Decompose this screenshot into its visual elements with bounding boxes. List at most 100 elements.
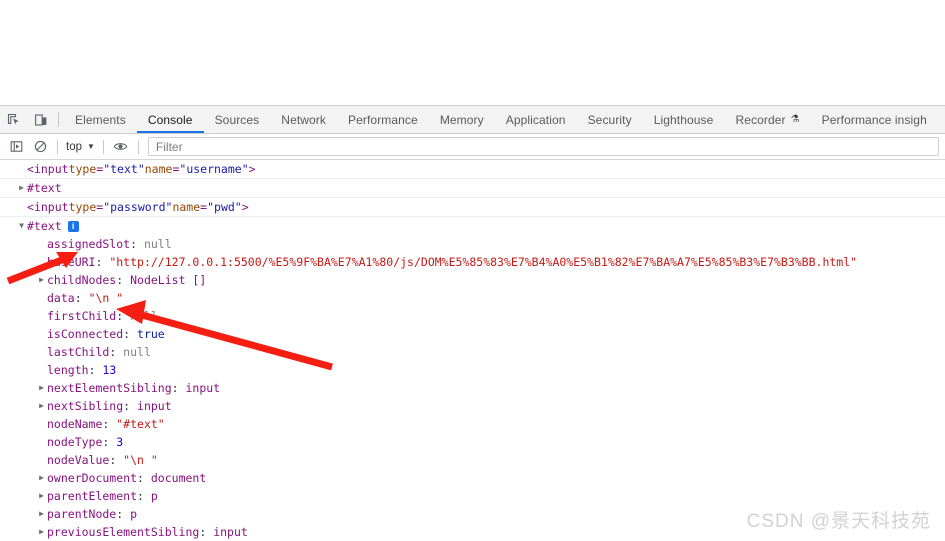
tab-elements[interactable]: Elements — [64, 106, 137, 133]
prop-data[interactable]: data: "\n " — [0, 289, 945, 307]
chevron-right-icon[interactable]: ▶ — [16, 179, 27, 197]
prop-nodeValue[interactable]: nodeValue: "\n " — [0, 451, 945, 469]
message-input-username[interactable]: < input type = "text" name = "username" > — [0, 160, 945, 178]
live-expression-icon[interactable] — [109, 135, 133, 159]
message-text-collapsed[interactable]: ▶ #text — [0, 179, 945, 197]
syntax-tag: input — [33, 200, 69, 214]
tab-label: Sources — [214, 112, 260, 127]
console-message[interactable]: < input type = "text" name = "username" > — [0, 160, 945, 179]
chevron-down-icon[interactable]: ▼ — [16, 217, 27, 235]
tab-memory[interactable]: Memory — [429, 106, 495, 133]
property-key: baseURI — [47, 255, 96, 269]
prop-nodeName[interactable]: nodeName: "#text" — [0, 415, 945, 433]
property-value: null — [123, 345, 151, 359]
console-message[interactable]: ▶ #text — [0, 179, 945, 198]
tab-security[interactable]: Security — [577, 106, 643, 133]
syntax-eq: = — [96, 200, 104, 214]
console-sidebar-icon[interactable] — [4, 135, 28, 159]
property-value: document — [150, 471, 207, 485]
syntax-tag: input — [33, 162, 69, 176]
tab-console[interactable]: Console — [136, 106, 204, 133]
tab-label: Memory — [439, 112, 484, 127]
prop-parentElement[interactable]: ▶ parentElement: p — [0, 487, 945, 505]
filter-placeholder: Filter — [155, 139, 183, 154]
property-value: p — [130, 507, 138, 521]
syntax-eq: = — [96, 162, 104, 176]
prop-isConnected[interactable]: isConnected: true — [0, 325, 945, 343]
inspect-element-icon[interactable] — [0, 106, 27, 133]
chevron-right-icon[interactable]: ▶ — [36, 487, 47, 505]
tab-label: Performance — [348, 112, 418, 127]
property-key: length — [47, 363, 89, 377]
prop-nextSibling[interactable]: ▶ nextSibling: input — [0, 397, 945, 415]
syntax-attrname: name — [144, 162, 173, 176]
property-value: input — [213, 525, 248, 539]
syntax-attrname: type — [68, 162, 97, 176]
info-icon[interactable]: i — [67, 220, 79, 232]
page-content-blank — [0, 0, 945, 105]
syntax-attrval: "text" — [103, 162, 145, 176]
prop-lastChild[interactable]: lastChild: null — [0, 343, 945, 361]
syntax-eq: = — [200, 200, 208, 214]
syntax-punct: < — [27, 162, 34, 176]
device-toolbar-icon[interactable] — [27, 106, 54, 133]
tab-performance-insights[interactable]: Performance insigh — [811, 106, 938, 133]
prop-nodeType[interactable]: nodeType: 3 — [0, 433, 945, 451]
tab-lighthouse[interactable]: Lighthouse — [643, 106, 725, 133]
chevron-right-icon[interactable]: ▶ — [36, 379, 47, 397]
property-key: nodeName — [47, 417, 103, 431]
property-value: input — [185, 381, 221, 395]
tab-label: Application — [505, 112, 566, 127]
console-message[interactable]: ▼ #text i assignedSlot: null baseURI: "htt… — [0, 217, 945, 541]
property-key: previousElementSibling — [47, 525, 200, 539]
property-key: assignedSlot — [47, 237, 131, 251]
toolbar-divider — [57, 139, 58, 154]
tab-label: Security — [587, 112, 632, 127]
tab-label: Console — [147, 112, 193, 127]
console-message[interactable]: < input type = "password" name = "pwd" > — [0, 198, 945, 217]
chevron-right-icon[interactable]: ▶ — [36, 397, 47, 415]
message-input-pwd[interactable]: < input type = "password" name = "pwd" > — [0, 198, 945, 216]
syntax-attrname: name — [172, 200, 201, 214]
clear-console-icon[interactable] — [28, 135, 52, 159]
syntax-attrval: "password" — [103, 200, 173, 214]
chevron-right-icon[interactable]: ▶ — [36, 523, 47, 541]
tab-label: Elements — [75, 112, 126, 127]
tab-sources[interactable]: Sources — [204, 106, 271, 133]
property-key: nodeType — [47, 435, 103, 449]
console-output[interactable]: < input type = "text" name = "username" > ▶ #te… — [0, 160, 945, 541]
node-label: #text — [27, 219, 62, 233]
beaker-icon: ⚗ — [790, 114, 800, 125]
tab-label: Network — [281, 112, 327, 127]
filter-input[interactable]: Filter — [147, 137, 939, 156]
execution-context-select[interactable]: top ▼ — [63, 141, 98, 153]
tab-performance[interactable]: Performance — [337, 106, 429, 133]
property-key: nextElementSibling — [47, 381, 172, 395]
tab-recorder[interactable]: Recorder ⚗ — [724, 106, 810, 133]
tab-application[interactable]: Application — [495, 106, 577, 133]
property-value: null — [143, 237, 172, 251]
tab-network[interactable]: Network — [270, 106, 337, 133]
prop-ownerDocument[interactable]: ▶ ownerDocument: document — [0, 469, 945, 487]
chevron-right-icon[interactable]: ▶ — [36, 505, 47, 523]
property-key: parentNode — [47, 507, 117, 521]
property-key: data — [47, 291, 75, 305]
prop-childNodes[interactable]: ▶ childNodes: NodeList [] — [0, 271, 945, 289]
tab-label: Performance insigh — [821, 112, 927, 127]
prop-baseURI[interactable]: baseURI: "http://127.0.0.1:5500/%E5%9F%B… — [0, 253, 945, 271]
prop-length[interactable]: length: 13 — [0, 361, 945, 379]
property-value: NodeList [] — [130, 273, 207, 287]
console-toolbar: top ▼ Filter — [0, 134, 945, 160]
chevron-right-icon[interactable]: ▶ — [36, 469, 47, 487]
message-text-expanded[interactable]: ▼ #text i — [0, 217, 945, 235]
chevron-right-icon[interactable]: ▶ — [36, 271, 47, 289]
property-key: nodeValue — [47, 453, 110, 467]
tab-label: Recorder — [735, 112, 786, 127]
toolbar-divider — [102, 139, 104, 154]
devtools-tabbar: Elements Console Sources Network Perform… — [0, 106, 945, 134]
property-value: input — [137, 399, 172, 413]
property-value: "http://127.0.0.1:5500/%E5%9F%BA%E7%A1%8… — [109, 255, 858, 269]
prop-assignedSlot[interactable]: assignedSlot: null — [0, 235, 945, 253]
prop-firstChild[interactable]: firstChild: null — [0, 307, 945, 325]
prop-nextElementSibling[interactable]: ▶ nextElementSibling: input — [0, 379, 945, 397]
